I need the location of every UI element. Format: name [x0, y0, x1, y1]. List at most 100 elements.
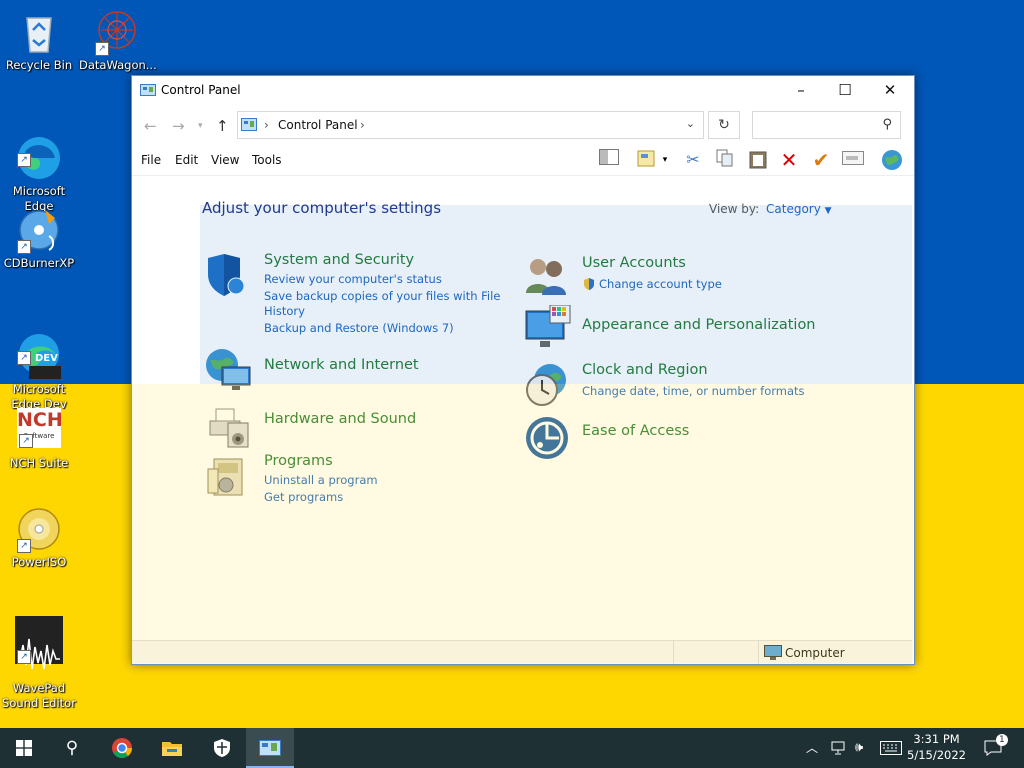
- preview-pane-icon[interactable]: [597, 149, 621, 171]
- search-icon[interactable]: ⚲: [48, 728, 96, 768]
- maximize-button[interactable]: ☐: [822, 76, 868, 105]
- file-explorer-icon[interactable]: [148, 728, 196, 768]
- edge-icon: ↗: [15, 119, 63, 179]
- edge-dev-icon: DEV ↗: [15, 317, 63, 379]
- address-row: ← → ▾ ↑ › Control Panel › ⌄ ↻ ⚲: [132, 105, 914, 145]
- volume-icon[interactable]: 🕪: [855, 728, 863, 768]
- search-input[interactable]: ⚲: [752, 111, 901, 139]
- checkmark-icon[interactable]: ✔: [809, 149, 833, 171]
- chevron-down-icon[interactable]: ▾: [659, 149, 671, 171]
- desktop-icon-wavepad[interactable]: ↗ WavePad Sound Editor: [1, 601, 77, 726]
- clock-time: 3:31 PM: [913, 732, 960, 746]
- notification-center-icon[interactable]: 1: [984, 728, 1008, 768]
- category-link-hardware-sound[interactable]: Hardware and Sound: [264, 411, 416, 427]
- close-button[interactable]: ✕: [867, 76, 913, 105]
- refresh-button[interactable]: ↻: [708, 111, 740, 139]
- uac-shield-icon: [582, 277, 596, 291]
- chevron-up-icon[interactable]: ︿: [806, 728, 818, 768]
- desktop-icon-label: NCH Suite: [9, 456, 69, 470]
- cut-icon[interactable]: ✂: [681, 149, 705, 171]
- ease-of-access-icon: [524, 415, 570, 461]
- desktop-icon-label: DataWagon...: [79, 58, 157, 72]
- system-clock[interactable]: 3:31 PM 5/15/2022: [907, 731, 966, 763]
- menu-edit[interactable]: Edit: [175, 153, 198, 167]
- category-link-network-internet[interactable]: Network and Internet: [264, 357, 419, 373]
- shortcut-arrow-icon: ↗: [17, 539, 31, 553]
- minimize-button[interactable]: –: [778, 76, 824, 105]
- keyboard-icon[interactable]: [880, 728, 902, 768]
- view-by-value: Category: [766, 202, 821, 216]
- nch-logo: NCH: [17, 409, 63, 431]
- link-review-status[interactable]: Review your computer's status: [264, 272, 442, 287]
- breadcrumb-separator-icon[interactable]: ›: [264, 118, 269, 132]
- cdburner-icon: ↗: [15, 206, 63, 254]
- desktop-icon-recycle-bin[interactable]: Recycle Bin: [1, 8, 77, 73]
- link-change-account-type[interactable]: Change account type: [599, 277, 722, 292]
- copy-icon[interactable]: [713, 149, 737, 171]
- desktop-icon-cdburnerxp[interactable]: ↗ CDBurnerXP: [1, 206, 77, 271]
- link-file-history[interactable]: Save backup copies of your files with Fi…: [264, 289, 500, 304]
- poweriso-icon: ↗: [15, 505, 63, 553]
- paste-icon[interactable]: [746, 149, 770, 171]
- forward-arrow-icon[interactable]: →: [172, 117, 185, 135]
- category-link-user-accounts[interactable]: User Accounts: [582, 255, 686, 271]
- network-icon: [204, 347, 251, 393]
- title-bar[interactable]: Control Panel – ☐ ✕: [132, 76, 914, 105]
- start-button[interactable]: [0, 728, 48, 768]
- menu-tools[interactable]: Tools: [252, 153, 282, 167]
- delete-icon[interactable]: ✕: [777, 149, 801, 171]
- desktop-icon-nch-suite[interactable]: NCH Software ↗ NCH Suite: [1, 406, 77, 471]
- recent-dropdown-icon[interactable]: ▾: [198, 121, 203, 131]
- appearance-icon: [524, 304, 571, 351]
- datawagon-icon: ↗: [93, 8, 141, 56]
- view-by-dropdown[interactable]: Category ▼: [766, 202, 832, 216]
- shortcut-arrow-icon: ↗: [19, 434, 33, 448]
- address-bar[interactable]: › Control Panel › ⌄: [237, 111, 704, 139]
- content-area: Adjust your computer's settings View by:…: [132, 177, 912, 640]
- link-get-programs[interactable]: Get programs: [264, 490, 343, 505]
- link-file-history-cont[interactable]: History: [264, 304, 305, 319]
- shortcut-arrow-icon: ↗: [17, 650, 31, 664]
- chevron-down-icon[interactable]: ⌄: [686, 117, 695, 130]
- rename-icon[interactable]: [841, 149, 865, 171]
- taskbar-control-panel[interactable]: [246, 728, 294, 768]
- category-link-system-security[interactable]: System and Security: [264, 252, 414, 268]
- security-shield-icon[interactable]: [198, 728, 246, 768]
- link-uninstall-program[interactable]: Uninstall a program: [264, 473, 378, 488]
- menu-view[interactable]: View: [211, 153, 239, 167]
- back-arrow-icon[interactable]: ←: [144, 117, 157, 135]
- globe-icon[interactable]: [880, 149, 904, 171]
- page-title: Adjust your computer's settings: [202, 199, 442, 217]
- up-arrow-icon[interactable]: ↑: [216, 117, 229, 135]
- dev-badge: DEV: [35, 353, 58, 364]
- shield-icon: [204, 252, 250, 298]
- menu-file[interactable]: File: [141, 153, 161, 167]
- status-divider: [758, 641, 759, 664]
- category-link-ease-of-access[interactable]: Ease of Access: [582, 423, 689, 439]
- printer-icon: [204, 401, 250, 448]
- menu-toolbar-row: File Edit View Tools ▾ ✂ ✕ ✔: [132, 145, 914, 176]
- desktop-icon-label: CDBurnerXP: [3, 256, 75, 270]
- category-link-programs[interactable]: Programs: [264, 453, 333, 469]
- view-by-label: View by:: [709, 202, 760, 216]
- computer-icon: [764, 645, 782, 663]
- control-panel-icon: [241, 118, 257, 131]
- breadcrumb-separator-icon[interactable]: ›: [360, 118, 365, 132]
- shortcut-arrow-icon: ↗: [17, 240, 31, 254]
- network-tray-icon[interactable]: [831, 728, 847, 768]
- programs-icon: [204, 453, 250, 499]
- breadcrumb-control-panel[interactable]: Control Panel: [278, 118, 358, 132]
- link-backup-restore[interactable]: Backup and Restore (Windows 7): [264, 321, 454, 336]
- properties-icon[interactable]: [635, 149, 659, 171]
- clock-icon: [524, 362, 570, 408]
- chevron-down-icon: ▼: [824, 206, 832, 216]
- desktop-icon-datawagon[interactable]: ↗ DataWagon...: [79, 8, 157, 73]
- recycle-bin-icon: [15, 8, 63, 56]
- link-change-date-formats[interactable]: Change date, time, or number formats: [582, 384, 805, 399]
- chrome-icon[interactable]: [98, 728, 146, 768]
- desktop-icon-poweriso[interactable]: ↗ PowerISO: [1, 505, 77, 570]
- clock-date: 5/15/2022: [907, 748, 966, 762]
- desktop-icon-label: Recycle Bin: [5, 58, 73, 72]
- category-link-appearance[interactable]: Appearance and Personalization: [582, 317, 816, 333]
- category-link-clock-region[interactable]: Clock and Region: [582, 362, 708, 378]
